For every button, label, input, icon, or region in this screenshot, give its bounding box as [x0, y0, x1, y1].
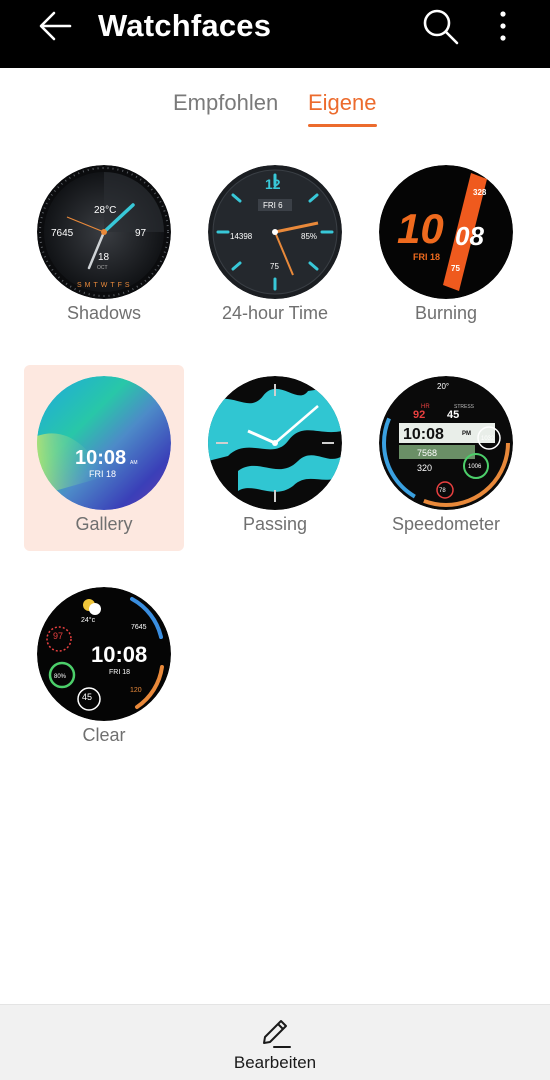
- edit-button-label[interactable]: Bearbeiten: [0, 1053, 550, 1073]
- heart-rate-text: 92: [413, 409, 425, 421]
- watchface-label: Gallery: [75, 514, 133, 534]
- battery-text: 85%: [301, 232, 317, 241]
- steps-text: 14398: [230, 232, 253, 241]
- watchface-label: Speedometer: [391, 514, 501, 534]
- watchface-passing[interactable]: Passing: [195, 376, 355, 546]
- date-text: FRI 18: [413, 252, 440, 262]
- watchface-label: Passing: [242, 514, 308, 534]
- watchface-label: Burning: [414, 303, 478, 323]
- page-title: Watchfaces: [98, 8, 272, 43]
- heart-rate-text: 97: [53, 631, 63, 641]
- top-stat-text: 328: [473, 188, 487, 197]
- watchface-preview: 20° HR 92 STRESS 45 10:08 PM 7568 320 10…: [379, 376, 513, 510]
- side-stat-1-text: 1032: [481, 436, 495, 442]
- time-text: 10:08: [403, 426, 444, 443]
- watchface-label: Clear: [82, 725, 126, 745]
- stress-text: 45: [82, 692, 92, 702]
- date-text: 18: [98, 252, 110, 263]
- calories-text: 120: [130, 687, 142, 694]
- arrow-left-icon[interactable]: [36, 6, 76, 46]
- steps-text: 7645: [51, 228, 74, 239]
- heart-rate-text: 75: [270, 262, 279, 271]
- search-icon[interactable]: [420, 6, 460, 46]
- watchface-speedometer[interactable]: 20° HR 92 STRESS 45 10:08 PM 7568 320 10…: [366, 376, 526, 546]
- weather-text: 24°c: [81, 616, 96, 624]
- active-tab-indicator: [308, 124, 377, 127]
- tab-eigene[interactable]: Eigene: [308, 90, 377, 116]
- time-text: 10:08: [91, 642, 147, 667]
- steps-text: 7645: [131, 624, 147, 631]
- tab-bar: Empfohlen Eigene: [0, 86, 550, 136]
- date-text: FRI 18: [89, 469, 116, 479]
- watchface-gallery[interactable]: 10:08 AM FRI 18 Gallery: [24, 376, 184, 546]
- bottom-stat-text: 75: [451, 264, 460, 273]
- side-stat-2-text: 1006: [468, 464, 482, 470]
- watchface-label: 24-hour Time: [221, 303, 329, 323]
- steps-text: 7568: [417, 448, 437, 458]
- calories-text: 320: [417, 463, 432, 473]
- weekday-text: SMTWTFS: [77, 282, 133, 289]
- watchface-burning[interactable]: 10 08 FRI 18 328 75 Burning: [366, 165, 526, 335]
- pm-text: PM: [462, 431, 471, 437]
- watchface-preview: [208, 376, 342, 510]
- stress-text: 45: [447, 409, 459, 421]
- month-text: OCT: [97, 265, 108, 271]
- battery-text: 80%: [54, 674, 67, 680]
- watchface-24-hour-time[interactable]: 12 FRI 6 14398 85% 75 24-hour Time: [195, 165, 355, 335]
- temperature-text: 28°C: [94, 205, 116, 216]
- more-vertical-icon[interactable]: [488, 6, 518, 46]
- top-temp-text: 20°: [437, 382, 449, 391]
- side-stat-3-text: 78: [439, 488, 446, 494]
- pencil-icon[interactable]: [258, 1017, 292, 1051]
- watchface-preview: 24°c 7645 97 10:08 FRI 18 80% 45 120: [37, 587, 171, 721]
- ampm-text: AM: [130, 460, 138, 466]
- watchface-clear[interactable]: 24°c 7645 97 10:08 FRI 18 80% 45 120 Cle…: [24, 587, 184, 757]
- date-text: FRI 6: [263, 201, 283, 210]
- date-text: FRI 18: [109, 669, 130, 676]
- hour-text: 10: [397, 205, 444, 252]
- heart-rate-text: 97: [135, 228, 147, 239]
- minute-text: 08: [455, 221, 484, 251]
- watchface-preview: 12 FRI 6 14398 85% 75: [208, 165, 342, 299]
- watchface-shadows[interactable]: 28°C 7645 97 18 OCT SMTWTFS Shadows: [24, 165, 184, 335]
- watchface-preview: 10:08 AM FRI 18: [37, 376, 171, 510]
- bottom-action-bar: Bearbeiten: [0, 1004, 550, 1080]
- tab-empfohlen[interactable]: Empfohlen: [173, 90, 278, 116]
- app-bar: Watchfaces: [0, 0, 550, 68]
- watchface-label: Shadows: [66, 303, 142, 323]
- watchface-preview: 10 08 FRI 18 328 75: [379, 165, 513, 299]
- watchface-preview: 28°C 7645 97 18 OCT SMTWTFS: [37, 165, 171, 299]
- twelve-marker-text: 12: [265, 176, 281, 192]
- time-text: 10:08: [75, 447, 126, 469]
